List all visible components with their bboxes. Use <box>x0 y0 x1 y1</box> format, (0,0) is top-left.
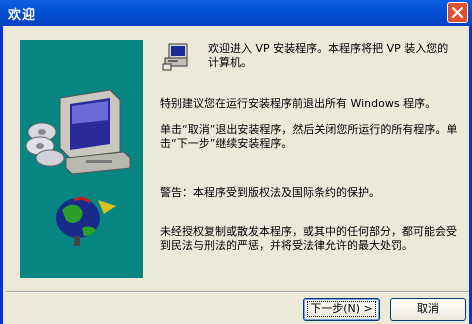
cancel-button[interactable]: 取消 <box>390 298 466 321</box>
copyright-warning-text: 警告：本程序受到版权法及国际条约的保护。 <box>160 186 380 199</box>
intro-text: 欢迎进入 VP 安装程序。本程序将把 VP 装入您的计算机。 <box>208 42 449 69</box>
close-icon <box>451 6 464 19</box>
cancel-next-text: 单击“取消”退出安装程序，然后关闭您所运行的所有程序。单击“下一步”继续安装程序… <box>160 123 458 150</box>
legal-text: 未经授权复制或散发本程序，或其中的任何部分，都可能会受到民法与刑法的严惩，并将受… <box>160 225 457 252</box>
divider <box>6 291 469 293</box>
next-button[interactable]: 下一步(N) > <box>303 298 380 321</box>
title-bar[interactable]: 欢迎 <box>0 0 472 26</box>
setup-illustration <box>20 40 143 278</box>
close-programs-text: 特别建议您在运行安装程序前退出所有 Windows 程序。 <box>160 97 437 110</box>
next-button-label: 下一步(N) > <box>307 301 376 317</box>
close-button[interactable] <box>447 2 468 23</box>
computer-icon <box>162 43 188 71</box>
globe-illustration <box>56 196 116 246</box>
setup-dialog: 欢迎 欢迎进入 VP 安装程序。本程序将把 VP 装入您的计算机。 特别建议您在… <box>0 0 472 324</box>
window-title: 欢迎 <box>8 8 37 23</box>
monitor-illustration <box>59 89 131 175</box>
cancel-button-label: 取消 <box>417 302 439 315</box>
cd-illustration <box>25 122 65 167</box>
